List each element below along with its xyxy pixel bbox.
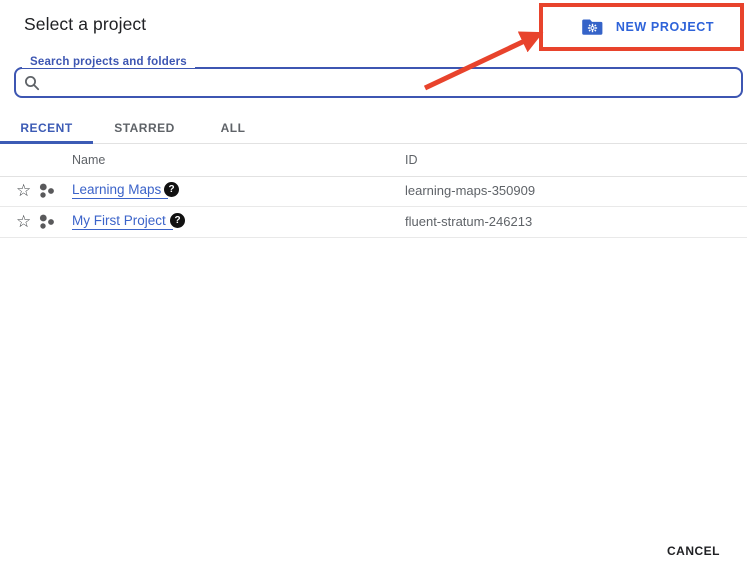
search-field-container: Search projects and folders — [14, 56, 735, 98]
help-question-icon[interactable]: ? — [164, 182, 179, 197]
search-input[interactable] — [46, 72, 741, 94]
table-row[interactable]: ☆ Learning Maps ? learning-maps-350909 — [0, 176, 747, 207]
project-dots-icon — [38, 213, 56, 236]
project-id: fluent-stratum-246213 — [405, 214, 532, 229]
search-field-label: Search projects and folders — [22, 56, 195, 68]
search-field[interactable] — [14, 67, 743, 98]
new-project-button-label: NEW PROJECT — [616, 20, 714, 34]
search-icon — [24, 75, 40, 91]
tab-recent[interactable]: RECENT — [0, 112, 93, 143]
help-question-icon[interactable]: ? — [170, 213, 185, 228]
new-project-folder-gear-icon — [582, 18, 603, 36]
project-link[interactable]: Learning Maps — [72, 182, 168, 199]
cancel-button[interactable]: CANCEL — [661, 543, 726, 559]
tab-all[interactable]: ALL — [196, 112, 270, 143]
table-header-row: Name ID — [0, 143, 747, 177]
star-outline-icon[interactable]: ☆ — [16, 180, 31, 202]
project-dots-icon — [38, 182, 56, 205]
select-project-dialog: { "page": { "title": "Select a project",… — [0, 0, 747, 582]
project-id: learning-maps-350909 — [405, 183, 535, 198]
star-outline-icon[interactable]: ☆ — [16, 211, 31, 233]
new-project-button[interactable]: NEW PROJECT — [560, 8, 736, 46]
table-row[interactable]: ☆ My First Project ? fluent-stratum-2462… — [0, 207, 747, 238]
tab-bar: RECENT STARRED ALL — [0, 112, 747, 144]
column-header-name: Name — [72, 153, 105, 167]
tab-starred[interactable]: STARRED — [93, 112, 196, 143]
column-header-id: ID — [405, 153, 418, 167]
project-link[interactable]: My First Project — [72, 213, 173, 230]
page-title: Select a project — [24, 13, 146, 35]
